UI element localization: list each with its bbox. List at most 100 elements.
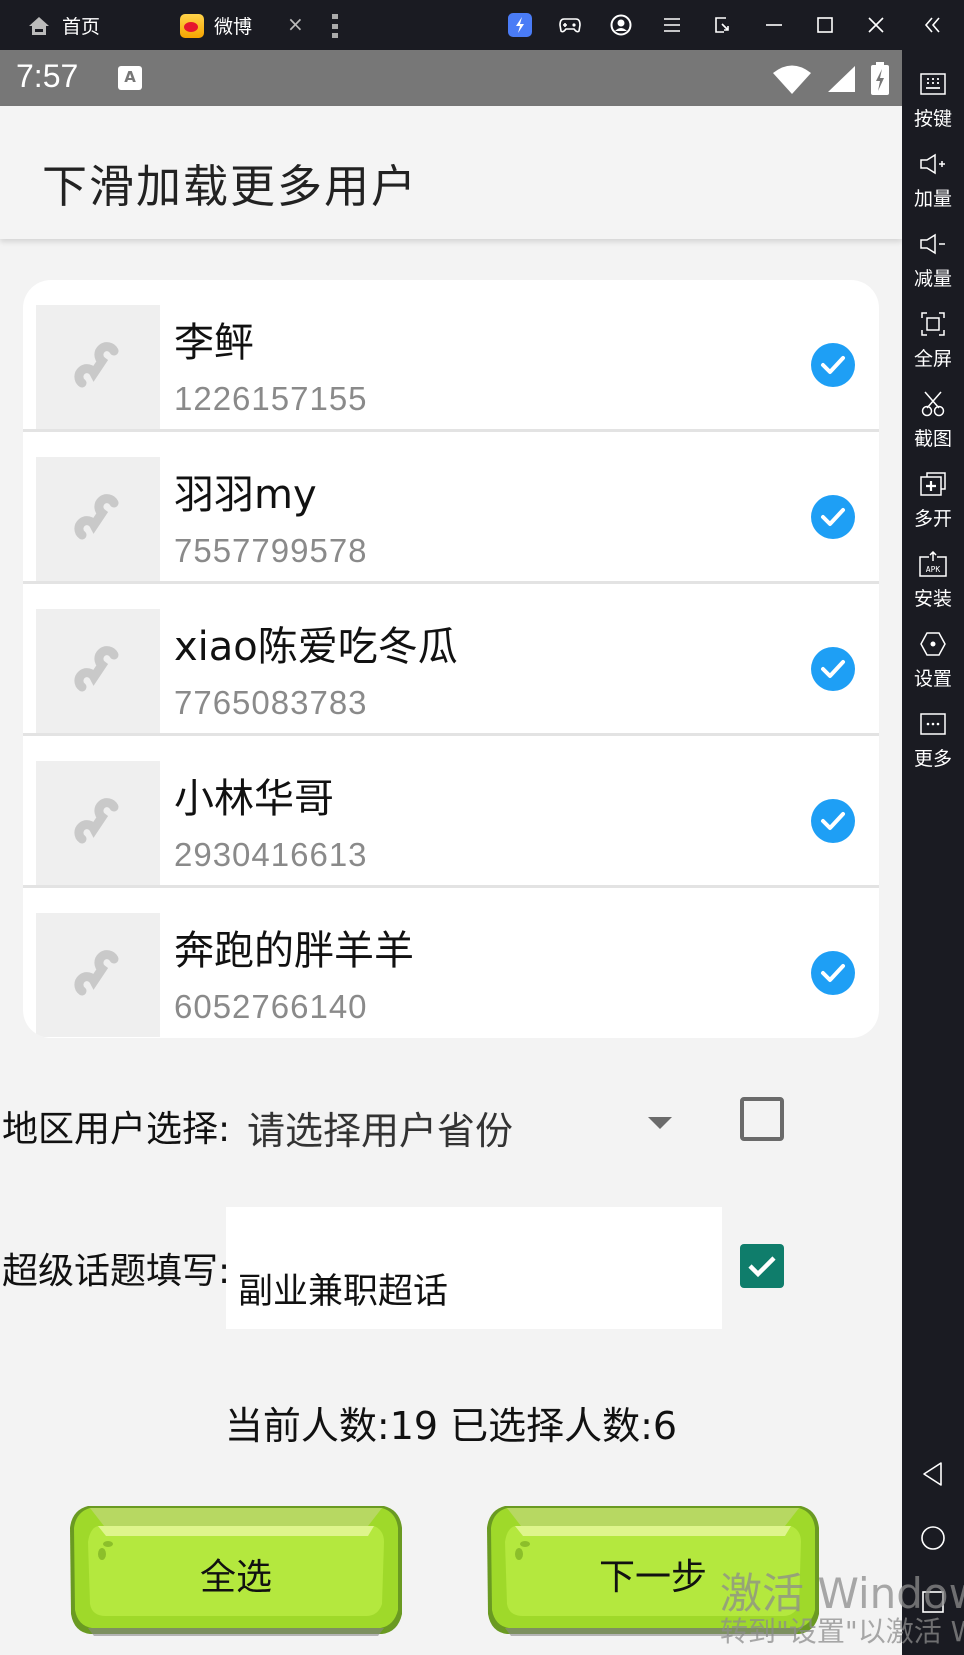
notification-icon: A <box>118 66 142 90</box>
activation-watermark-subtitle: 转到"设置"以激活 Windows。 <box>720 1615 964 1648</box>
user-id: 7765083783 <box>174 684 368 721</box>
sidebar-item-screenshot[interactable]: 截图 <box>902 390 964 451</box>
check-circle-icon[interactable] <box>811 495 855 539</box>
page-title: 下滑加载更多用户 <box>42 160 419 213</box>
check-circle-icon[interactable] <box>811 343 855 387</box>
user-name: 羽羽my <box>174 472 317 518</box>
user-list-item[interactable]: 羽羽my 7557799578 <box>23 432 879 584</box>
home-nav-icon[interactable] <box>919 1524 947 1552</box>
region-checkbox[interactable] <box>740 1097 784 1141</box>
emulator-sidebar: 按键 加量 减量 全屏 截图 多开 APK 安装 设置 更多 <box>902 50 964 1655</box>
keyboard-icon <box>919 70 947 98</box>
user-id: 2930416613 <box>174 836 368 873</box>
sidebar-item-install[interactable]: APK 安装 <box>902 550 964 611</box>
link-placeholder-icon <box>74 798 119 844</box>
user-list-item[interactable]: 李鲆 1226157155 <box>23 280 879 432</box>
battery-charging-icon <box>871 62 889 95</box>
tab-weibo-label: 微博 <box>214 16 253 38</box>
link-placeholder-icon <box>74 950 119 996</box>
link-placeholder-icon <box>74 342 119 388</box>
dropdown-arrow-icon[interactable] <box>648 1117 672 1129</box>
user-name: xiao陈爱吃冬瓜 <box>174 624 458 670</box>
avatar <box>36 761 160 885</box>
collapse-sidebar-icon[interactable] <box>921 13 945 37</box>
sidebar-label: 设置 <box>913 668 952 690</box>
apk-install-icon: APK <box>919 550 947 578</box>
user-id: 7557799578 <box>174 532 368 569</box>
topic-checkbox[interactable] <box>740 1244 784 1288</box>
sidebar-item-volume-up[interactable]: 加量 <box>902 150 964 211</box>
avatar <box>36 913 160 1037</box>
sidebar-label: 安装 <box>913 588 952 610</box>
sidebar-label: 减量 <box>913 268 952 290</box>
count-summary: 当前人数:19 已选择人数:6 <box>224 1404 678 1448</box>
multi-instance-icon <box>919 470 947 498</box>
scissors-icon <box>919 390 947 418</box>
maximize-icon[interactable] <box>813 13 837 37</box>
select-all-button[interactable]: 全选 <box>68 1500 404 1640</box>
user-list-item[interactable]: xiao陈爱吃冬瓜 7765083783 <box>23 584 879 736</box>
bolt-icon[interactable] <box>508 13 532 37</box>
window-titlebar: 首页 微博 × <box>0 0 964 50</box>
sidebar-item-volume-down[interactable]: 减量 <box>902 230 964 291</box>
sidebar-label: 更多 <box>913 748 952 770</box>
back-nav-icon[interactable] <box>919 1460 947 1488</box>
user-list[interactable]: 李鲆 1226157155 羽羽my 7557799578 xiao陈爱吃冬瓜 … <box>23 280 879 1038</box>
gamepad-icon[interactable] <box>558 13 582 37</box>
close-icon[interactable] <box>864 13 888 37</box>
weibo-logo-icon <box>180 13 204 38</box>
tab-more-icon[interactable] <box>332 14 338 38</box>
sidebar-item-fullscreen[interactable]: 全屏 <box>902 310 964 371</box>
check-circle-icon[interactable] <box>811 951 855 995</box>
user-name: 奔跑的胖羊羊 <box>174 928 414 974</box>
tab-home-label: 首页 <box>62 16 101 38</box>
avatar <box>36 609 160 733</box>
check-circle-icon[interactable] <box>811 647 855 691</box>
home-icon <box>29 16 49 35</box>
minimize-icon[interactable] <box>762 13 786 37</box>
more-icon <box>919 710 947 738</box>
svg-text:APK: APK <box>926 565 941 574</box>
volume-up-icon <box>919 150 947 178</box>
user-list-item[interactable]: 奔跑的胖羊羊 6052766140 <box>23 888 879 1038</box>
app-bar: 下滑加载更多用户 <box>0 106 902 239</box>
avatar <box>36 305 160 429</box>
status-time: 7:57 <box>16 58 79 94</box>
link-placeholder-icon <box>74 646 119 692</box>
sidebar-label: 多开 <box>913 508 952 530</box>
volume-down-icon <box>919 230 947 258</box>
check-circle-icon[interactable] <box>811 799 855 843</box>
signal-icon <box>828 66 855 92</box>
tab-weibo[interactable]: 微博 <box>180 12 252 39</box>
topic-label: 超级话题填写: <box>2 1251 231 1292</box>
settings-icon <box>919 630 947 658</box>
tab-close-button[interactable]: × <box>287 12 304 36</box>
user-name: 李鲆 <box>174 320 254 366</box>
checkmark-icon <box>748 1256 776 1278</box>
sidebar-label: 截图 <box>913 428 952 450</box>
region-label: 地区用户选择: <box>2 1109 231 1150</box>
menu-icon[interactable] <box>660 13 684 37</box>
tab-home[interactable]: 首页 <box>28 12 100 39</box>
topic-input[interactable] <box>226 1207 722 1329</box>
sidebar-item-multi-instance[interactable]: 多开 <box>902 470 964 531</box>
wifi-icon <box>773 65 811 94</box>
province-select[interactable]: 请选择用户省份 <box>247 1100 513 1155</box>
status-bar: 7:57 A <box>0 50 902 106</box>
sidebar-label: 加量 <box>913 188 952 210</box>
select-all-label: 全选 <box>199 1557 272 1598</box>
user-id: 1226157155 <box>174 380 368 417</box>
user-list-item[interactable]: 小林华哥 2930416613 <box>23 736 879 888</box>
avatar <box>36 457 160 581</box>
sidebar-item-keys[interactable]: 按键 <box>902 70 964 131</box>
sidebar-label: 按键 <box>913 108 952 130</box>
sidebar-label: 全屏 <box>913 348 952 370</box>
link-placeholder-icon <box>74 494 119 540</box>
user-name: 小林华哥 <box>174 776 334 822</box>
sidebar-item-more[interactable]: 更多 <box>902 710 964 771</box>
fullscreen-icon <box>919 310 947 338</box>
account-icon[interactable] <box>609 13 633 37</box>
screen-rotate-icon[interactable] <box>711 13 735 37</box>
sidebar-item-settings[interactable]: 设置 <box>902 630 964 691</box>
user-id: 6052766140 <box>174 988 368 1025</box>
